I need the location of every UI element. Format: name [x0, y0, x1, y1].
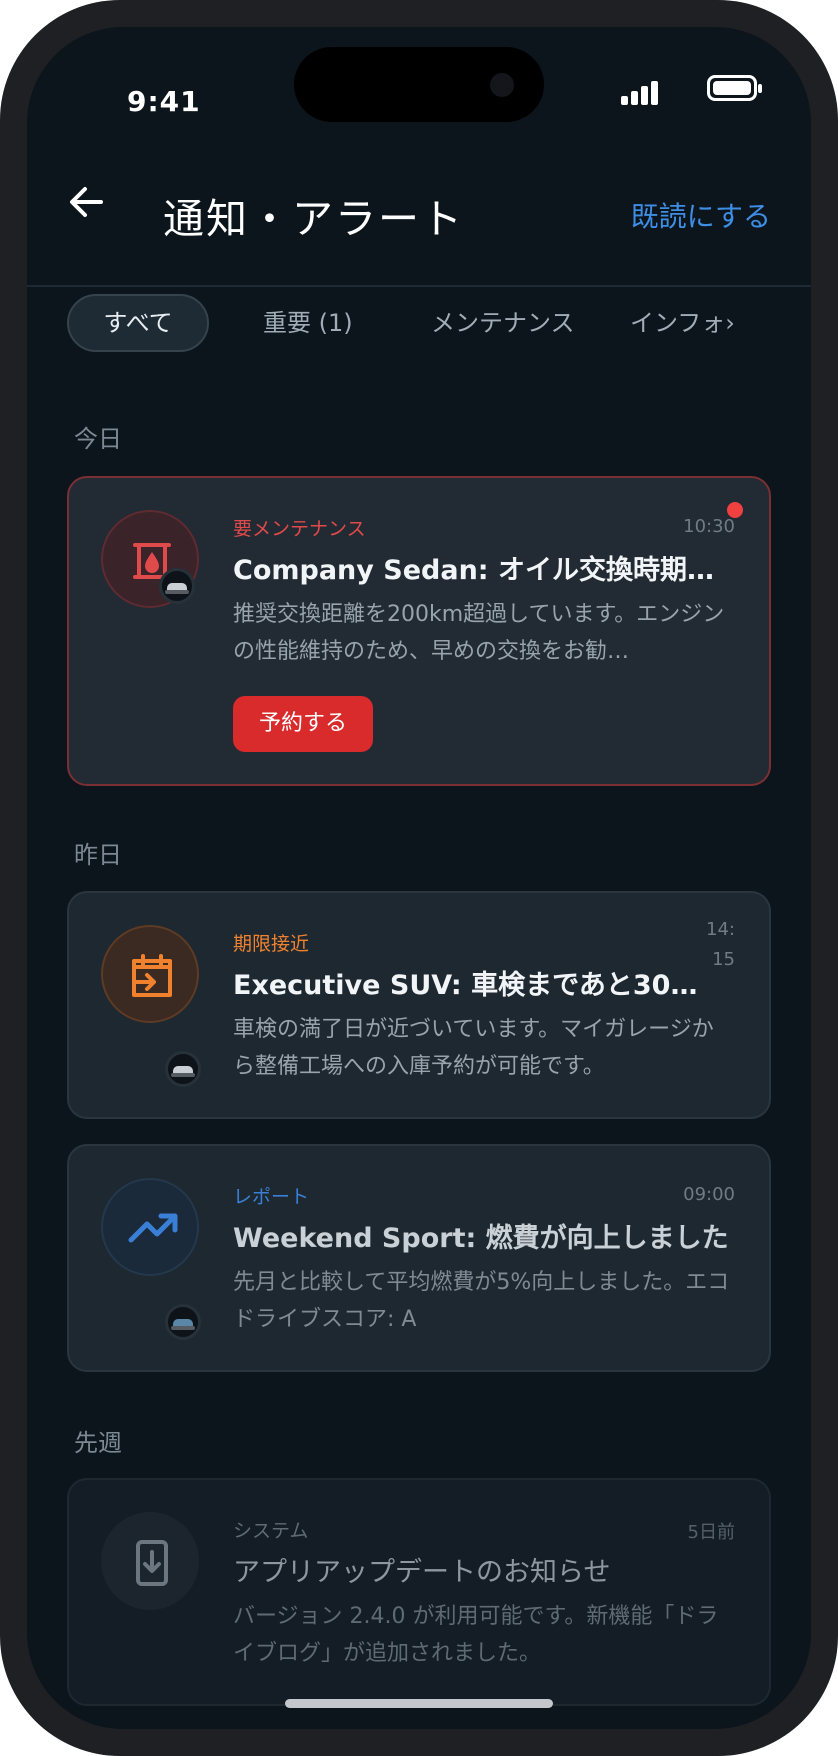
notification-time: 5日前: [687, 1522, 735, 1543]
notification-card-oil[interactable]: 要メンテナンス 10:30 Company Sedan: オイル交換時期です 推…: [67, 476, 771, 786]
phone-download-icon: [101, 1512, 199, 1610]
notification-title: アプリアップデートのお知らせ: [233, 1557, 611, 1588]
book-service-button[interactable]: 予約する: [233, 696, 374, 752]
notification-body: 推奨交換距離を200km超過しています。エンジンの性能維持のため、早めの交換をお…: [233, 602, 725, 664]
notification-card-inspection[interactable]: 期限接近 14:15 Executive SUV: 車検まであと30日… 車検の…: [67, 891, 771, 1119]
tab-important[interactable]: 重要 (1): [233, 294, 383, 352]
notification-title: Executive SUV: 車検まであと30日…: [233, 970, 703, 1001]
notification-body: 車検の満了日が近づいています。マイガレージから整備工場への入庫予約が可能です。: [233, 1017, 714, 1079]
battery-icon: [707, 75, 762, 101]
notification-title: Weekend Sport: 燃費が向上しました: [233, 1223, 729, 1254]
notification-time: 10:30: [683, 516, 735, 537]
page-title: 通知・アラート: [163, 195, 464, 243]
notification-category: 期限接近: [233, 933, 310, 955]
vehicle-thumbnail: [159, 568, 195, 604]
notification-card-fuel[interactable]: レポート 09:00 Weekend Sport: 燃費が向上しました 先月と比…: [67, 1144, 771, 1372]
tab-all[interactable]: すべて: [67, 294, 209, 352]
notification-category: レポート: [233, 1186, 310, 1208]
mark-all-read-button[interactable]: 既読にする: [631, 195, 771, 235]
notification-title: Company Sedan: オイル交換時期です: [233, 555, 733, 586]
screen: 9:41 通知・アラート 既読にする すべて 重要 (1) メンテナンス インフ…: [27, 27, 811, 1729]
status-time: 9:41: [127, 85, 201, 118]
section-today: 今日: [74, 425, 122, 453]
tab-maintenance[interactable]: メンテナンス: [401, 294, 605, 352]
vehicle-thumbnail: [165, 1304, 201, 1340]
calendar-arrow-icon: [101, 925, 199, 1023]
notification-body: 先月と比較して平均燃費が5%向上しました。エコドライブスコア: A: [233, 1270, 730, 1332]
section-yesterday: 昨日: [74, 841, 122, 869]
back-arrow-icon[interactable]: [67, 182, 107, 222]
trend-up-icon: [101, 1178, 199, 1276]
dynamic-island: [294, 47, 544, 122]
notification-card-update[interactable]: システム 5日前 アプリアップデートのお知らせ バージョン 2.4.0 が利用可…: [67, 1478, 771, 1706]
home-indicator[interactable]: [285, 1699, 553, 1708]
section-last-week: 先週: [74, 1429, 122, 1457]
phone-frame: 9:41 通知・アラート 既読にする すべて 重要 (1) メンテナンス インフ…: [0, 0, 838, 1756]
header: 通知・アラート 既読にする: [27, 147, 811, 287]
signal-icon: [621, 79, 661, 105]
filter-tabs: すべて 重要 (1) メンテナンス インフォ›: [67, 294, 811, 356]
notification-category: 要メンテナンス: [233, 518, 366, 540]
notification-category: システム: [233, 1520, 309, 1542]
vehicle-thumbnail: [165, 1051, 201, 1087]
notification-time: 09:00: [683, 1184, 735, 1205]
tab-info[interactable]: インフォ›: [600, 294, 765, 352]
notification-body: バージョン 2.4.0 が利用可能です。新機能「ドライブログ」が追加されました。: [233, 1604, 719, 1666]
